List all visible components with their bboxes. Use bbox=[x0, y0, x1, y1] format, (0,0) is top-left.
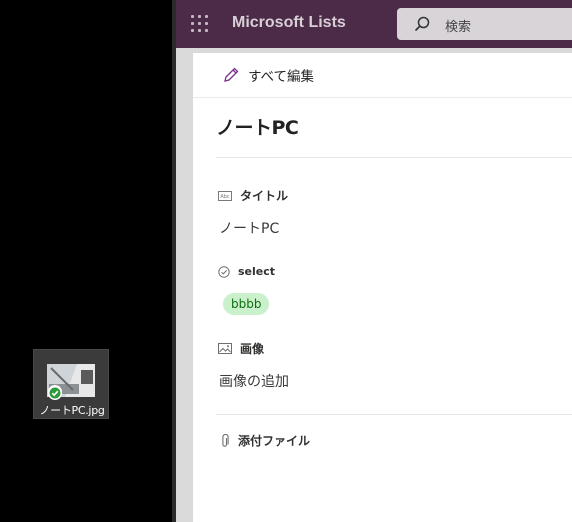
choice-field-icon bbox=[218, 265, 230, 278]
field-attachments-label: 添付ファイル bbox=[220, 432, 310, 449]
item-detail-panel: すべて編集 ノートPC Abc タイトル ノートPC select bbbb 画… bbox=[193, 53, 572, 522]
edit-all-button[interactable]: すべて編集 bbox=[221, 63, 314, 87]
app-launcher-icon[interactable] bbox=[191, 15, 209, 33]
field-image-label: 画像 bbox=[218, 340, 264, 357]
search-placeholder: 検索 bbox=[445, 20, 472, 35]
pencil-icon bbox=[224, 67, 239, 82]
sync-check-icon bbox=[48, 385, 62, 400]
item-title: ノートPC bbox=[216, 117, 299, 139]
desktop-file-label: ノートPC.jpg bbox=[39, 404, 105, 417]
field-title-label: Abc タイトル bbox=[218, 187, 288, 204]
field-title-value[interactable]: ノートPC bbox=[219, 218, 279, 238]
select-choice-pill[interactable]: bbbb bbox=[223, 293, 270, 315]
app-title[interactable]: Microsoft Lists bbox=[232, 14, 346, 32]
desktop-file-icon[interactable]: ノートPC.jpg bbox=[33, 349, 109, 419]
search-input[interactable]: 検索 bbox=[397, 8, 572, 40]
attachments-divider bbox=[216, 414, 572, 415]
text-field-icon: Abc bbox=[218, 190, 232, 201]
panel-toolbar: すべて編集 bbox=[193, 53, 572, 98]
svg-text:Abc: Abc bbox=[220, 194, 230, 200]
title-divider bbox=[216, 157, 572, 158]
edit-all-label: すべて編集 bbox=[248, 69, 315, 85]
suite-bar: Microsoft Lists 検索 bbox=[176, 0, 572, 48]
search-icon bbox=[414, 16, 430, 32]
add-image-link[interactable]: 画像の追加 bbox=[219, 371, 289, 391]
image-field-icon bbox=[218, 343, 232, 354]
paperclip-icon bbox=[222, 433, 229, 447]
field-select-label: select bbox=[218, 265, 275, 278]
desktop: ノートPC.jpg bbox=[0, 0, 172, 522]
